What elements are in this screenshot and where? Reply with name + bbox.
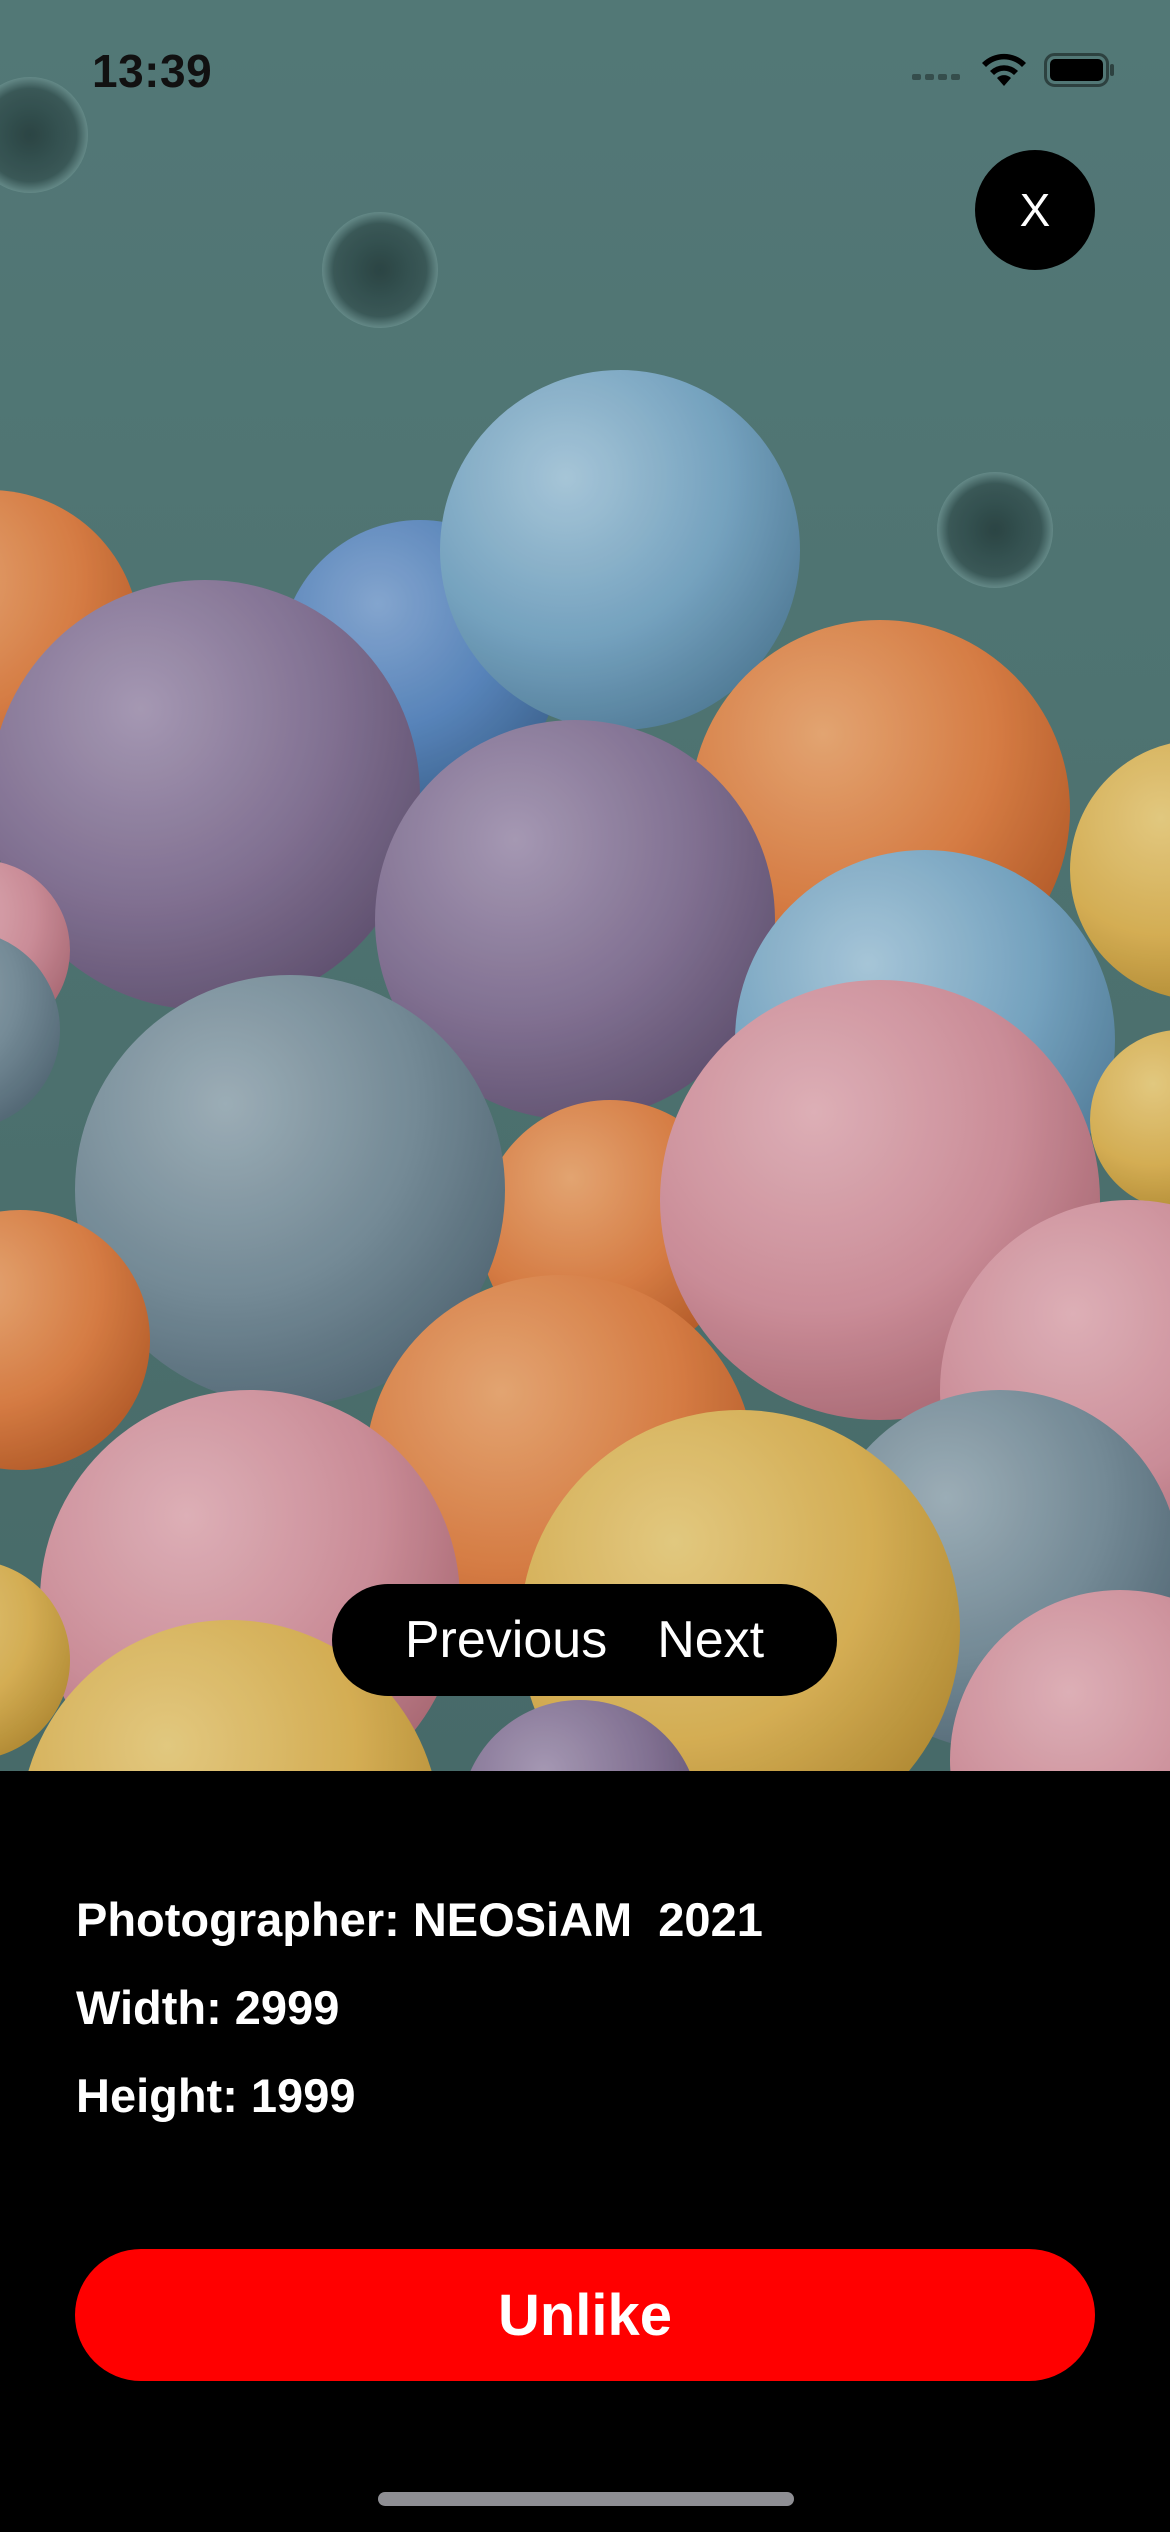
pager-control: Previous Next (332, 1584, 837, 1696)
status-time: 13:39 (92, 45, 213, 97)
wifi-icon (982, 53, 1026, 86)
photo-info: Photographer: NEOSiAM 2021 Width: 2999 H… (76, 1876, 763, 2140)
home-indicator[interactable] (378, 2492, 794, 2506)
close-button[interactable]: X (975, 150, 1095, 270)
status-icons (912, 52, 1116, 88)
photo-image (0, 0, 1170, 1771)
next-button[interactable]: Next (657, 1610, 764, 1670)
previous-button[interactable]: Previous (405, 1610, 607, 1670)
height-label: Height: 1999 (76, 2069, 356, 2122)
photo-balls-illustration (0, 0, 1170, 1771)
photographer-label: Photographer: NEOSiAM 2021 (76, 1893, 763, 1946)
photo-detail-screen: 13:39 X Previous Next Photographer: NEOS… (0, 0, 1170, 2532)
battery-icon (1044, 53, 1114, 87)
cellular-signal-icon (912, 60, 964, 80)
status-bar: 13:39 (0, 0, 1170, 140)
width-label: Width: 2999 (76, 1981, 340, 2034)
unlike-button[interactable]: Unlike (75, 2249, 1095, 2381)
